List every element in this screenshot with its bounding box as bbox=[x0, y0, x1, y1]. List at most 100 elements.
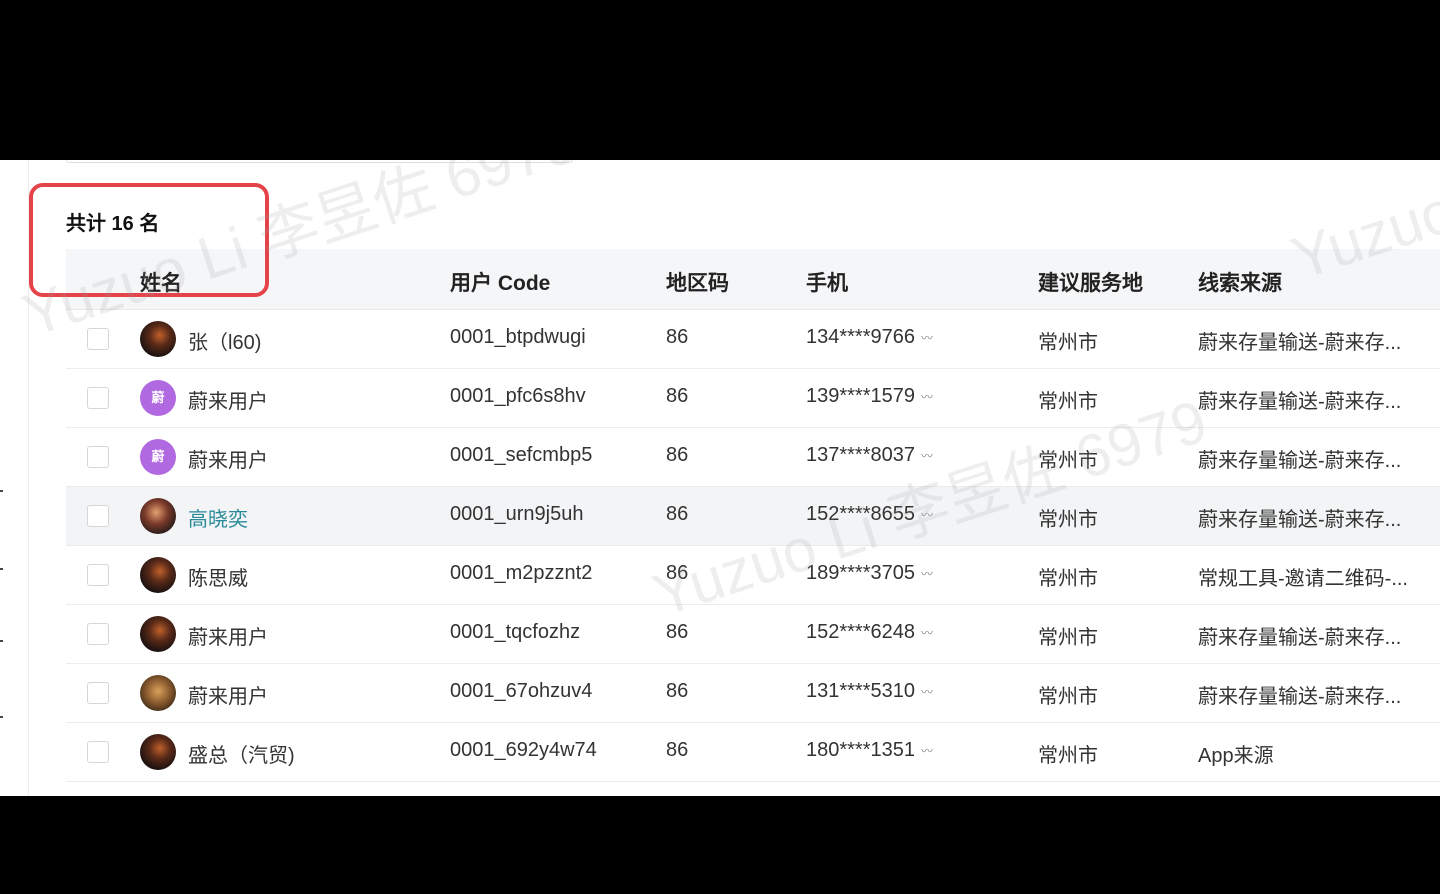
phone-number: 137****8037 bbox=[806, 444, 915, 466]
area-code: 86 bbox=[666, 444, 689, 466]
header-phone[interactable]: 手机 bbox=[806, 267, 848, 297]
service-city: 常州市 bbox=[1038, 509, 1098, 531]
eye-closed-icon[interactable]: 〰 bbox=[921, 508, 933, 522]
search-box-edge bbox=[66, 160, 573, 163]
user-code: 0001_sefcmbp5 bbox=[450, 444, 593, 466]
row-checkbox[interactable] bbox=[87, 564, 109, 586]
lead-source: 蔚来存量输送-蔚来存... bbox=[1198, 391, 1402, 413]
eye-closed-icon[interactable]: 〰 bbox=[921, 626, 933, 640]
eye-closed-icon[interactable]: 〰 bbox=[921, 685, 933, 699]
service-city: 常州市 bbox=[1038, 627, 1098, 649]
service-city: 常州市 bbox=[1038, 745, 1098, 767]
area-code: 86 bbox=[666, 680, 689, 702]
avatar bbox=[140, 734, 176, 770]
user-code: 0001_pfc6s8hv bbox=[450, 385, 586, 407]
avatar: 蔚 bbox=[140, 380, 176, 416]
lead-source: 蔚来存量输送-蔚来存... bbox=[1198, 509, 1402, 531]
service-city: 常州市 bbox=[1038, 450, 1098, 472]
avatar bbox=[140, 321, 176, 357]
row-checkbox[interactable] bbox=[87, 623, 109, 645]
total-highlight-box bbox=[29, 183, 269, 297]
customer-name[interactable]: 蔚来用户 bbox=[188, 444, 268, 473]
row-checkbox[interactable] bbox=[87, 387, 109, 409]
left-marker bbox=[0, 716, 3, 718]
phone-cell: 152****8655 〰 bbox=[806, 503, 933, 526]
service-city: 常州市 bbox=[1038, 391, 1098, 413]
eye-closed-icon[interactable]: 〰 bbox=[921, 390, 933, 404]
area-code: 86 bbox=[666, 385, 689, 407]
row-checkbox[interactable] bbox=[87, 741, 109, 763]
table-row[interactable]: 蔚来用户 0001_67ohzuv4 86 131****5310 〰 常州市 蔚… bbox=[66, 664, 1440, 723]
table-row[interactable]: 张（l60) 0001_btpdwugi 86 134****9766 〰 常州市… bbox=[66, 310, 1440, 369]
avatar bbox=[140, 616, 176, 652]
header-lead-source[interactable]: 线索来源 bbox=[1198, 267, 1282, 297]
table-row-hovered[interactable]: 高晓奕 0001_urn9j5uh 86 152****8655 〰 常州市 蔚来… bbox=[66, 487, 1440, 546]
header-service-city[interactable]: 建议服务地 bbox=[1038, 267, 1143, 297]
top-letterbox bbox=[0, 0, 1440, 160]
avatar bbox=[140, 675, 176, 711]
service-city: 常州市 bbox=[1038, 686, 1098, 708]
lead-source: 蔚来存量输送-蔚来存... bbox=[1198, 450, 1402, 472]
eye-closed-icon[interactable]: 〰 bbox=[921, 744, 933, 758]
customer-name[interactable]: 蔚来用户 bbox=[188, 680, 268, 709]
table-row[interactable]: 盛总（汽贸) 0001_692y4w74 86 180****1351 〰 常州市… bbox=[66, 723, 1440, 782]
phone-number: 139****1579 bbox=[806, 385, 915, 407]
user-code: 0001_btpdwugi bbox=[450, 326, 586, 348]
area-code: 86 bbox=[666, 739, 689, 761]
area-code: 86 bbox=[666, 562, 689, 584]
main-content: 共计 16 名 姓名 用户 Code 地区码 手机 建议服务地 线索来源 张（l… bbox=[0, 160, 1440, 796]
phone-cell: 139****1579 〰 bbox=[806, 385, 933, 408]
customer-name[interactable]: 陈思威 bbox=[188, 562, 248, 591]
row-checkbox[interactable] bbox=[87, 505, 109, 527]
phone-number: 152****6248 bbox=[806, 621, 915, 643]
phone-number: 189****3705 bbox=[806, 562, 915, 584]
eye-closed-icon[interactable]: 〰 bbox=[921, 449, 933, 463]
header-user-code[interactable]: 用户 Code bbox=[450, 267, 550, 297]
phone-number: 134****9766 bbox=[806, 326, 915, 348]
header-area-code[interactable]: 地区码 bbox=[666, 267, 729, 297]
left-marker bbox=[0, 490, 3, 492]
customer-name[interactable]: 高晓奕 bbox=[188, 503, 248, 532]
left-marker bbox=[0, 640, 3, 642]
lead-source: 蔚来存量输送-蔚来存... bbox=[1198, 686, 1402, 708]
table-row[interactable]: 蔚来用户 0001_tqcfozhz 86 152****6248 〰 常州市 蔚… bbox=[66, 605, 1440, 664]
row-checkbox[interactable] bbox=[87, 446, 109, 468]
lead-source: 蔚来存量输送-蔚来存... bbox=[1198, 627, 1402, 649]
phone-cell: 189****3705 〰 bbox=[806, 562, 933, 585]
user-code: 0001_urn9j5uh bbox=[450, 503, 584, 525]
phone-cell: 152****6248 〰 bbox=[806, 621, 933, 644]
area-code: 86 bbox=[666, 503, 689, 525]
service-city: 常州市 bbox=[1038, 568, 1098, 590]
eye-closed-icon[interactable]: 〰 bbox=[921, 331, 933, 345]
customer-name[interactable]: 盛总（汽贸) bbox=[188, 739, 295, 768]
left-marker bbox=[0, 568, 3, 570]
avatar bbox=[140, 498, 176, 534]
row-checkbox[interactable] bbox=[87, 328, 109, 350]
phone-cell: 137****8037 〰 bbox=[806, 444, 933, 467]
lead-source: 蔚来存量输送-蔚来存... bbox=[1198, 332, 1402, 354]
user-code: 0001_67ohzuv4 bbox=[450, 680, 593, 702]
phone-number: 152****8655 bbox=[806, 503, 915, 525]
phone-cell: 131****5310 〰 bbox=[806, 680, 933, 703]
user-code: 0001_tqcfozhz bbox=[450, 621, 581, 643]
table-row[interactable]: 陈思威 0001_m2pzznt2 86 189****3705 〰 常州市 常规… bbox=[66, 546, 1440, 605]
service-city: 常州市 bbox=[1038, 332, 1098, 354]
avatar bbox=[140, 557, 176, 593]
lead-source: 常规工具-邀请二维码-... bbox=[1198, 568, 1408, 590]
table-row[interactable]: 蔚 蔚来用户 0001_sefcmbp5 86 137****8037 〰 常州市… bbox=[66, 428, 1440, 487]
avatar: 蔚 bbox=[140, 439, 176, 475]
area-code: 86 bbox=[666, 326, 689, 348]
phone-cell: 180****1351 〰 bbox=[806, 739, 933, 762]
customer-name[interactable]: 张（l60) bbox=[188, 326, 261, 355]
left-panel-edge bbox=[0, 160, 29, 796]
customer-name[interactable]: 蔚来用户 bbox=[188, 621, 268, 650]
row-checkbox[interactable] bbox=[87, 682, 109, 704]
phone-number: 131****5310 bbox=[806, 680, 915, 702]
table-header: 姓名 用户 Code 地区码 手机 建议服务地 线索来源 bbox=[66, 249, 1440, 310]
eye-closed-icon[interactable]: 〰 bbox=[921, 567, 933, 581]
area-code: 86 bbox=[666, 621, 689, 643]
table-row[interactable]: 蔚 蔚来用户 0001_pfc6s8hv 86 139****1579 〰 常州市… bbox=[66, 369, 1440, 428]
lead-source: App来源 bbox=[1198, 745, 1274, 767]
phone-cell: 134****9766 〰 bbox=[806, 326, 933, 349]
customer-name[interactable]: 蔚来用户 bbox=[188, 385, 268, 414]
